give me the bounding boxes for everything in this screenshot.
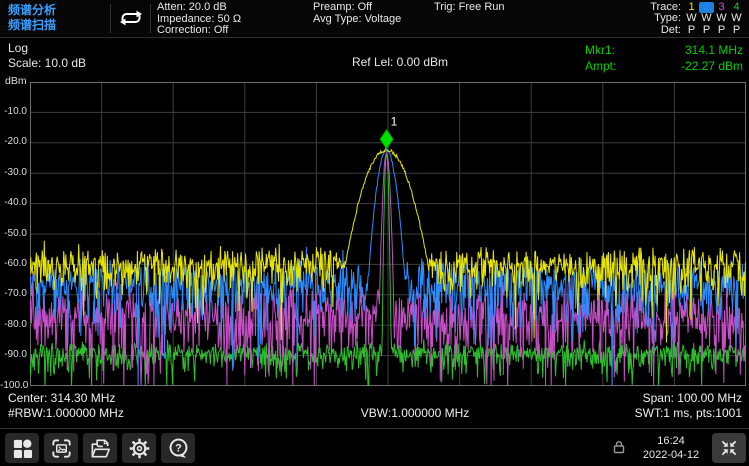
scale-type: Log [8, 41, 86, 56]
file-open-button[interactable] [83, 433, 117, 463]
scale-value: Scale: 10.0 dB [8, 56, 86, 71]
trace-status-table[interactable]: Trace: 1234 Type: WWWW Det: PPPP [650, 2, 744, 36]
rbw-readout: #RBW:1.000000 MHz [8, 406, 124, 420]
spectrum-chart-svg: 1 [30, 82, 746, 386]
settings-gear-icon [128, 437, 151, 460]
mode-line-1: 频谱分析 [8, 3, 56, 18]
spectrum-plot: 1 [30, 82, 746, 386]
clock-time: 16:24 [633, 434, 709, 448]
clock-datetime[interactable]: 16:24 2022-04-12 [633, 434, 709, 462]
top-status-bar: 频谱分析 频谱扫描 Atten: 20.0 dB Impedance: 50 Ω… [0, 0, 749, 38]
divider [150, 4, 151, 33]
atten-readout: Atten: 20.0 dB [157, 2, 241, 14]
lock-status [611, 439, 627, 455]
marker-readout: Mkr1: 314.1 MHz Ampt: -22.27 dBm [585, 42, 743, 74]
y-tick-label: -30.0 [0, 167, 27, 178]
clock-date: 2022-04-12 [633, 448, 709, 462]
screen-capture-icon [50, 437, 73, 460]
y-tick-label: -60.0 [0, 258, 27, 269]
y-tick-label: -70.0 [0, 288, 27, 299]
trace-2-value[interactable]: P [699, 25, 714, 36]
file-open-icon [89, 437, 112, 460]
y-tick-label: -100.0 [0, 380, 27, 391]
det-label: Det: [661, 25, 681, 36]
divider [110, 4, 111, 33]
preamp-readout: Preamp: Off [313, 2, 401, 14]
trace-4-value[interactable]: W [729, 13, 744, 24]
svg-text:?: ? [175, 442, 182, 454]
mode-line-2: 频谱扫描 [8, 18, 56, 33]
vbw-readout: VBW:1.000000 MHz [310, 406, 520, 420]
trace-2-value[interactable]: W [699, 13, 714, 24]
marker-1-diamond-icon[interactable] [380, 130, 393, 149]
marker-freq: 314.1 MHz [685, 42, 743, 58]
input-settings-readout: Atten: 20.0 dB Impedance: 50 Ω Correctio… [157, 2, 241, 37]
marker-ampt-label: Ampt: [585, 58, 616, 74]
amp-settings-readout: Preamp: Off Avg Type: Voltage [313, 2, 401, 25]
marker-ampt-value: -22.27 dBm [681, 58, 743, 74]
y-tick-label: -10.0 [0, 106, 27, 117]
trace-4-value[interactable]: P [729, 25, 744, 36]
collapse-arrows-icon [719, 438, 739, 458]
ref-level-readout: Ref Lel: 0.00 dBm [305, 55, 495, 69]
settings-button[interactable] [122, 433, 156, 463]
correction-readout: Correction: Off [157, 25, 241, 37]
type-label: Type: [654, 13, 681, 24]
marker-label: Mkr1: [585, 42, 615, 58]
trace-1-value[interactable]: W [684, 13, 699, 24]
y-tick-label: -20.0 [0, 136, 27, 147]
mode-switcher[interactable]: 频谱分析 频谱扫描 [8, 3, 56, 33]
sweep-time-readout: SWT:1 ms, pts:1001 [635, 406, 742, 420]
trace-1-value[interactable]: P [684, 25, 699, 36]
fullscreen-toggle-button[interactable] [712, 433, 746, 463]
y-tick-label: -80.0 [0, 319, 27, 330]
lock-icon [611, 439, 627, 455]
continuous-sweep-button[interactable] [114, 6, 148, 30]
y-tick-label: -50.0 [0, 228, 27, 239]
avg-type-readout: Avg Type: Voltage [313, 14, 401, 26]
span-readout: Span: 100.00 MHz [643, 391, 742, 405]
y-axis-unit-label: dBm [5, 75, 27, 87]
trace-3-value[interactable]: P [714, 25, 729, 36]
apps-button[interactable] [5, 433, 39, 463]
trace-det-row: Det: PPPP [650, 25, 744, 36]
help-button[interactable]: ? [161, 433, 195, 463]
center-freq-readout: Center: 314.30 MHz [8, 391, 115, 405]
amplitude-scale-readout: Log Scale: 10.0 dB [8, 41, 86, 71]
trace-3-value[interactable]: W [714, 13, 729, 24]
help-icon: ? [167, 437, 190, 460]
taskbar: ? 16:24 2022-04-12 [0, 428, 749, 466]
apps-icon [12, 438, 33, 459]
continuous-sweep-icon [116, 8, 146, 28]
trace-type-row: Type: WWWW [650, 13, 744, 24]
screen-capture-button[interactable] [44, 433, 78, 463]
y-tick-label: -90.0 [0, 349, 27, 360]
y-tick-label: -40.0 [0, 197, 27, 208]
marker-1-label: 1 [391, 115, 398, 129]
analyzer-screen: 频谱分析 频谱扫描 Atten: 20.0 dB Impedance: 50 Ω… [0, 0, 749, 466]
trigger-readout: Trig: Free Run [434, 2, 505, 14]
